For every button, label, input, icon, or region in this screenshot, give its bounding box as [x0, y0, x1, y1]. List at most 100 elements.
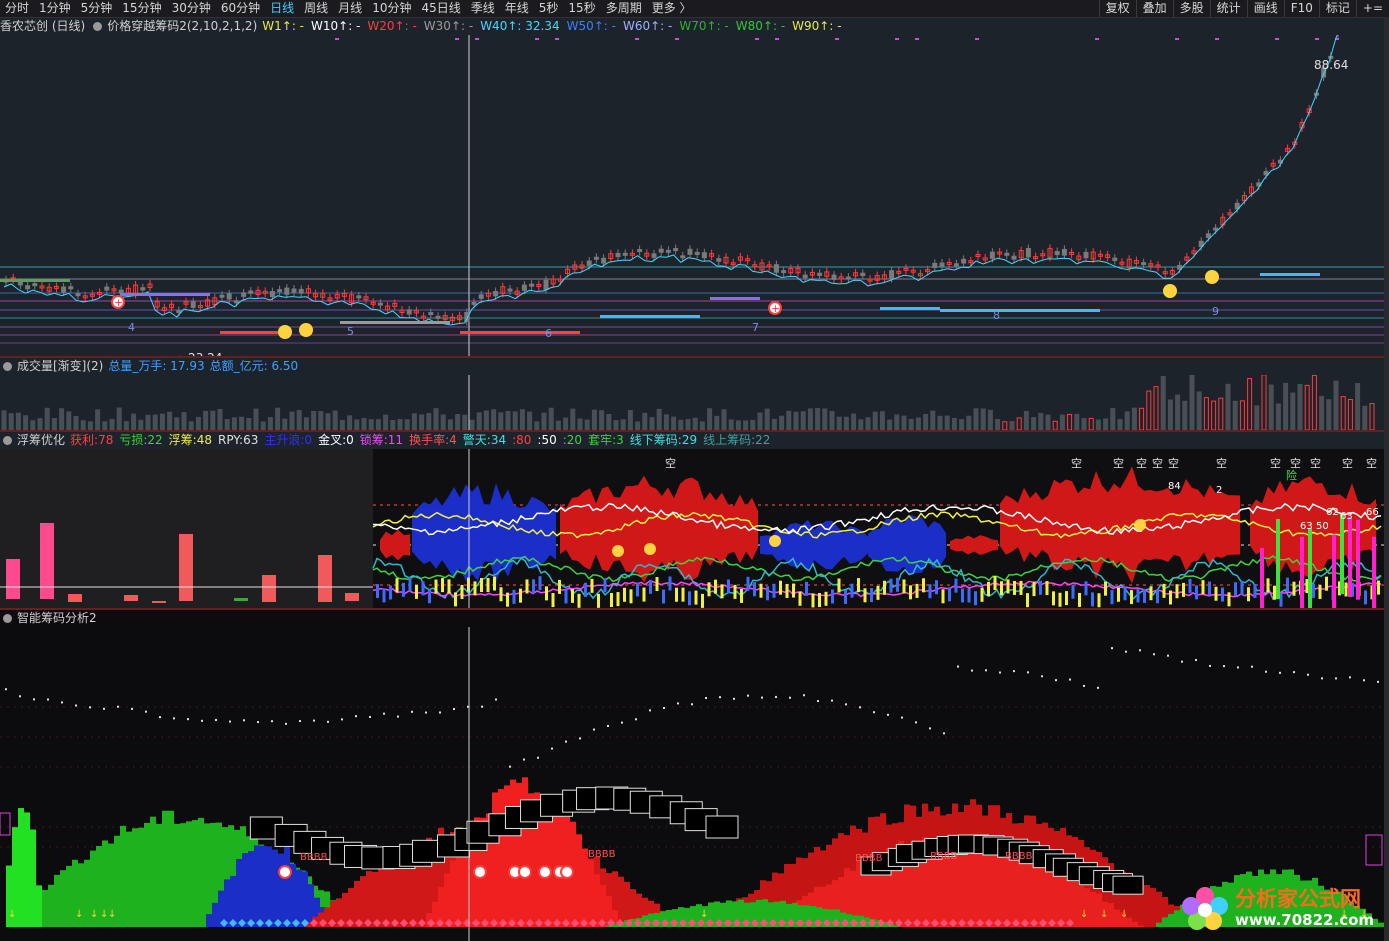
- float-bottom-bar: [1104, 581, 1107, 596]
- tool-button[interactable]: 复权: [1098, 0, 1136, 17]
- right-scrollbar[interactable]: [1384, 17, 1389, 941]
- top-marker: [835, 38, 839, 40]
- float-toggle-icon[interactable]: [3, 436, 12, 445]
- period-tab[interactable]: 日线: [265, 0, 299, 17]
- volume-bar: [152, 414, 158, 430]
- dot-line: [775, 695, 777, 698]
- float-signal-bar: [1300, 536, 1304, 608]
- period-tab[interactable]: 多周期: [601, 0, 647, 17]
- volume-bar: [469, 419, 475, 430]
- period-tab[interactable]: 周线: [299, 0, 333, 17]
- indicator-toggle-icon[interactable]: [93, 22, 103, 31]
- volume-bar: [584, 419, 590, 430]
- period-tab[interactable]: 5分钟: [76, 0, 118, 17]
- candle-body: [680, 255, 686, 259]
- candle-body: [507, 288, 513, 292]
- blue-chip-bar: [278, 853, 284, 927]
- candle-body: [665, 249, 671, 253]
- volume-bar: [1189, 375, 1195, 430]
- period-tab[interactable]: 1分钟: [34, 0, 76, 17]
- float-bottom-bar: [1325, 576, 1328, 591]
- float-bottom-bar: [1195, 585, 1198, 600]
- volume-bar: [980, 408, 986, 430]
- volume-bar: [1160, 375, 1166, 430]
- candle-body: [269, 291, 275, 297]
- dot-line: [1181, 660, 1183, 663]
- smart-chip-panel[interactable]: 智能筹码分析2 BBBB BBBB BBBB BBBB BBBB ↓ ↓ ↓ ↓ ↓ ↓ ↓ ↓ ↓ ↓ ↓: [0, 610, 1384, 941]
- float-bottom-bar: [441, 578, 444, 593]
- period-tab[interactable]: 5秒: [534, 0, 564, 17]
- red-chip-bar: [582, 848, 588, 927]
- volume-panel[interactable]: 成交量[渐变](2) 总量_万手: 17.93 总额_亿元: 6.50: [0, 358, 1384, 430]
- volume-toggle-icon[interactable]: [3, 362, 12, 371]
- smart-title[interactable]: 智能筹码分析2: [17, 610, 97, 627]
- period-tab[interactable]: 季线: [466, 0, 500, 17]
- volume-bar: [678, 419, 684, 430]
- tool-button[interactable]: 标记: [1318, 0, 1356, 17]
- period-tab[interactable]: 10分钟: [367, 0, 416, 17]
- red-chip-bar: [372, 871, 378, 927]
- tool-button[interactable]: 多股: [1172, 0, 1210, 17]
- indicator-name[interactable]: 价格穿越筹码2(2,10,2,1,2): [107, 18, 257, 35]
- period-tab[interactable]: 月线: [333, 0, 367, 17]
- indicator-param: W70↑: -: [679, 19, 729, 33]
- indicator-param: W90↑: -: [792, 19, 842, 33]
- float-bottom-bar: [473, 581, 477, 596]
- dot-line: [117, 705, 119, 708]
- float-hist-bar: [318, 555, 332, 602]
- dot-line: [271, 720, 273, 723]
- period-tab[interactable]: 年线: [500, 0, 534, 17]
- float-bottom-bar: [857, 578, 860, 593]
- stock-name: 香农芯创 (日线): [0, 19, 86, 33]
- float-item: 套牢:3: [588, 433, 624, 447]
- float-bottom-bar: [824, 591, 828, 606]
- period-tab[interactable]: 分时: [0, 0, 34, 17]
- period-tab[interactable]: 30分钟: [167, 0, 216, 17]
- volume-bar: [865, 417, 871, 430]
- dot-line: [1349, 676, 1351, 679]
- period-tab[interactable]: 15分钟: [117, 0, 166, 17]
- volume-bar: [217, 408, 223, 430]
- float-bottom-bar: [395, 578, 399, 593]
- tool-button[interactable]: 叠加: [1135, 0, 1173, 17]
- volume-title[interactable]: 成交量[渐变](2): [17, 358, 103, 375]
- period-tab[interactable]: 15秒: [563, 0, 600, 17]
- volume-bar: [1023, 410, 1029, 430]
- float-item: 锁筹:11: [359, 433, 404, 447]
- smart-toggle-icon[interactable]: [3, 614, 12, 623]
- dot-line: [817, 700, 819, 703]
- candle-body: [637, 249, 643, 253]
- red-chip-bar: [588, 859, 594, 927]
- main-chart-header: 香农芯创 (日线) 价格穿越筹码2(2,10,2,1,2) W1↑: - W10↑…: [0, 18, 900, 35]
- candlestick-chart[interactable]: 45678988.64←23.24跌S++: [0, 35, 1384, 358]
- volume-bar: [613, 420, 619, 430]
- volume-bar: [505, 410, 511, 430]
- main-chart-panel[interactable]: 香农芯创 (日线) 价格穿越筹码2(2,10,2,1,2) W1↑: - W10↑…: [0, 18, 1384, 358]
- top-marker: [675, 38, 679, 40]
- volume-bar: [404, 419, 410, 430]
- tool-button[interactable]: 统计: [1209, 0, 1247, 17]
- candle-body: [1263, 171, 1269, 176]
- volume-bar: [966, 415, 972, 430]
- candle-body: [377, 302, 383, 306]
- volume-bar: [887, 419, 893, 430]
- period-tab[interactable]: 45日线: [416, 0, 465, 17]
- float-bottom-bar: [1045, 581, 1049, 596]
- float-hist-bar: [6, 559, 20, 599]
- tool-button[interactable]: F10: [1283, 0, 1319, 17]
- float-hist-bar: [152, 601, 166, 603]
- wave-label: 9: [1212, 305, 1219, 318]
- float-bottom-bar: [402, 582, 405, 597]
- float-title[interactable]: 浮筹优化: [17, 432, 65, 449]
- candle-body: [1205, 233, 1211, 238]
- volume-bar: [757, 412, 763, 430]
- float-bottom-bar: [928, 584, 932, 599]
- runner-icon: ↓: [1080, 909, 1088, 920]
- period-tab[interactable]: 60分钟: [216, 0, 265, 17]
- tool-button[interactable]: 画线: [1246, 0, 1284, 17]
- volume-bar: [80, 420, 86, 430]
- dot-line: [705, 697, 707, 700]
- tool-button[interactable]: +=: [1355, 0, 1389, 17]
- float-chip-panel[interactable]: 浮筹优化 获利:78 亏损:22 浮筹:48 RPY:63 主升浪:0 金叉:0 锁筹:11…: [0, 432, 1384, 608]
- period-tab[interactable]: 更多 〉: [647, 0, 697, 17]
